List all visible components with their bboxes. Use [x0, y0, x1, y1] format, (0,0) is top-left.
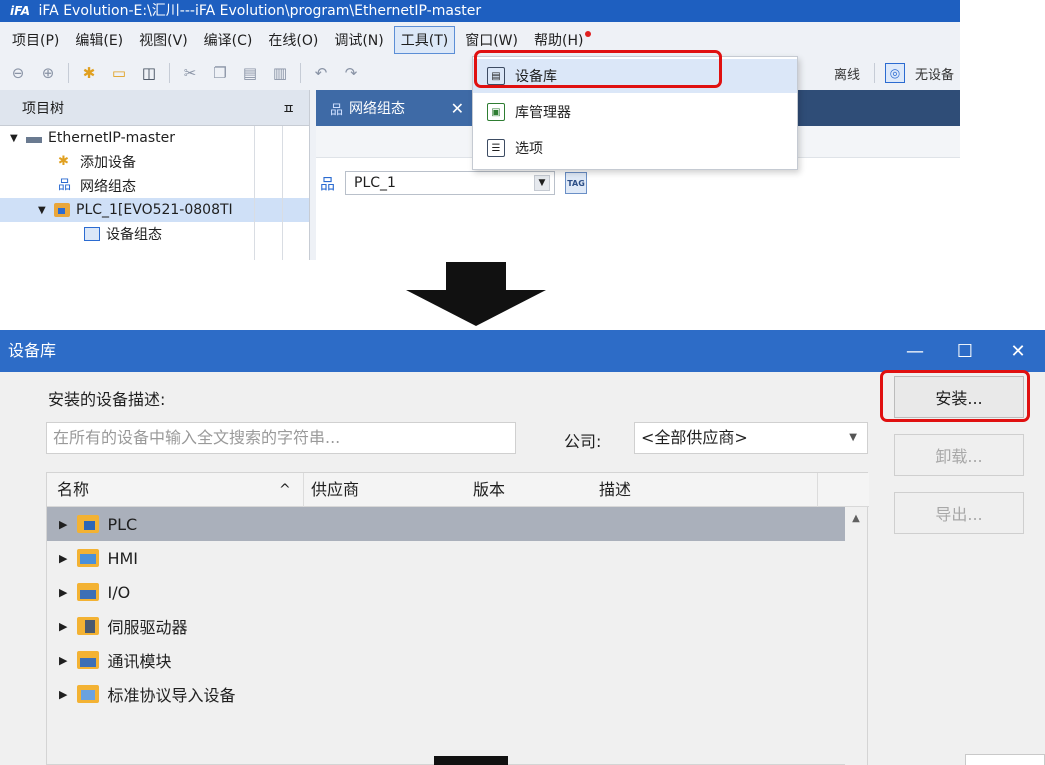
maximize-icon[interactable]: ☐	[945, 330, 985, 372]
row-label: 通讯模块	[107, 652, 172, 671]
background-fragment	[434, 756, 508, 765]
export-button[interactable]: 导出...	[894, 492, 1024, 534]
company-label: 公司:	[564, 432, 602, 451]
expand-arrow-icon[interactable]: ▶	[59, 620, 67, 633]
expand-arrow-icon[interactable]: ▶	[59, 654, 67, 667]
close-icon[interactable]: ✕	[998, 330, 1038, 372]
column-description[interactable]: 描述	[599, 473, 631, 507]
column-divider	[303, 473, 304, 507]
table-row[interactable]: ▶ PLC	[47, 507, 845, 541]
plc-icon	[77, 515, 100, 533]
sort-asc-icon[interactable]: ^	[279, 473, 291, 507]
table-row[interactable]: ▶ 标准协议导入设备	[47, 677, 845, 711]
uninstall-button[interactable]: 卸载...	[894, 434, 1024, 476]
comm-module-icon	[77, 651, 100, 669]
device-table: 名称 ^ 供应商 版本 描述 ▶ PLC ▶ HMI ▶ I/O ▶ 伺服驱动器…	[46, 472, 869, 765]
expand-arrow-icon[interactable]: ▶	[59, 586, 67, 599]
scrollbar[interactable]: ▲	[845, 507, 867, 765]
minimize-icon[interactable]: —	[895, 330, 935, 372]
table-header: 名称 ^ 供应商 版本 描述	[47, 473, 869, 507]
description-label: 安装的设备描述:	[48, 390, 166, 409]
io-icon	[77, 583, 100, 601]
column-version[interactable]: 版本	[473, 473, 505, 507]
highlight-box	[880, 370, 1030, 422]
down-arrow-icon	[406, 262, 546, 326]
table-body: ▶ PLC ▶ HMI ▶ I/O ▶ 伺服驱动器 ▶ 通讯模块 ▶ 标准协议导…	[47, 507, 845, 765]
column-name[interactable]: 名称	[57, 473, 89, 507]
row-label: 伺服驱动器	[107, 618, 188, 637]
table-row[interactable]: ▶ HMI	[47, 541, 845, 575]
column-divider	[817, 473, 818, 507]
background-fragment	[965, 754, 1045, 765]
scroll-up-icon[interactable]: ▲	[849, 513, 863, 525]
table-row[interactable]: ▶ 通讯模块	[47, 643, 845, 677]
row-label: HMI	[107, 548, 139, 568]
table-row[interactable]: ▶ 伺服驱动器	[47, 609, 845, 643]
row-label: 标准协议导入设备	[107, 686, 236, 705]
company-select[interactable]: <全部供应商> ▼	[634, 422, 868, 454]
expand-arrow-icon[interactable]: ▶	[59, 552, 67, 565]
table-row[interactable]: ▶ I/O	[47, 575, 845, 609]
row-label: I/O	[107, 582, 131, 602]
standard-protocol-icon	[77, 685, 100, 703]
chevron-down-icon[interactable]: ▼	[849, 423, 857, 453]
expand-arrow-icon[interactable]: ▶	[59, 688, 67, 701]
expand-arrow-icon[interactable]: ▶	[59, 518, 67, 531]
device-library-dialog: 设备库 — ☐ ✕ 安装的设备描述: 在所有的设备中输入全文搜索的字符串... …	[0, 330, 1045, 765]
servo-drive-icon	[77, 617, 100, 635]
dialog-titlebar: 设备库	[0, 330, 1045, 372]
hmi-icon	[77, 549, 100, 567]
column-vendor[interactable]: 供应商	[311, 473, 359, 507]
dialog-title: 设备库	[8, 341, 57, 360]
row-label: PLC	[107, 514, 138, 534]
search-input[interactable]: 在所有的设备中输入全文搜索的字符串...	[46, 422, 516, 454]
company-select-value: <全部供应商>	[641, 428, 748, 447]
